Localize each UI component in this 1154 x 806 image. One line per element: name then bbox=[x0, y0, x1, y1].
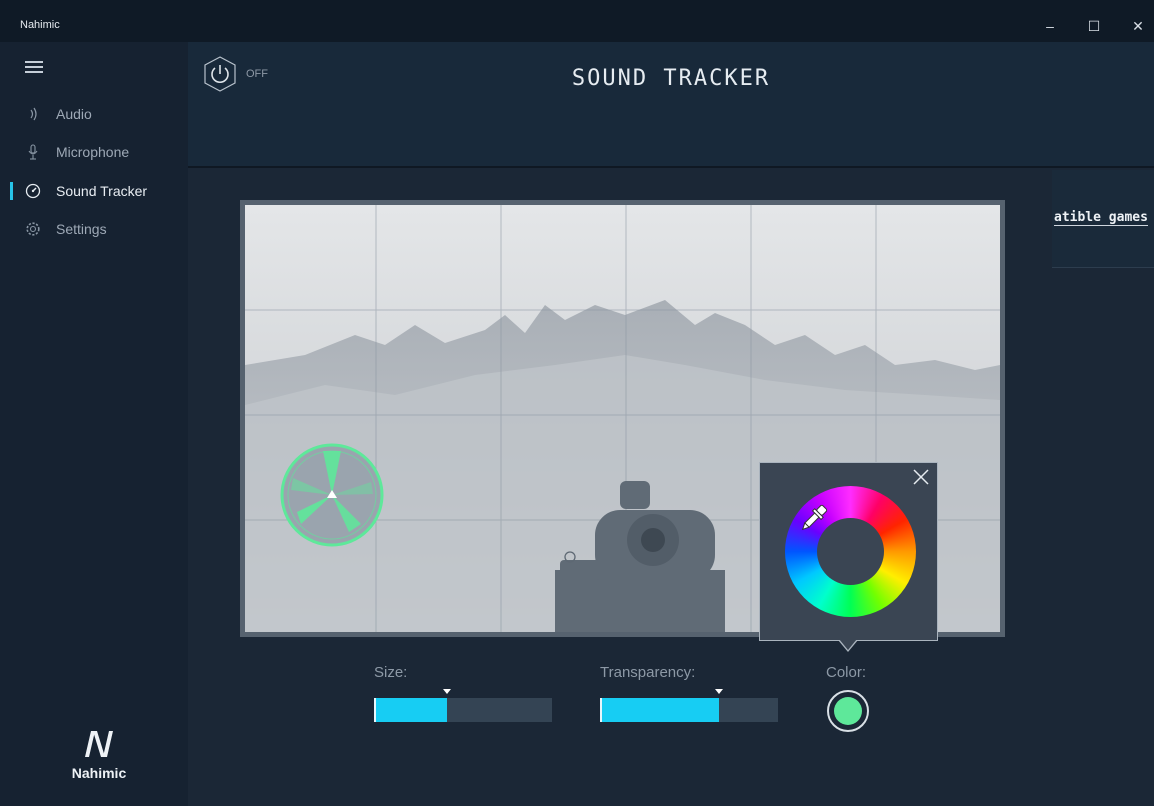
close-icon[interactable] bbox=[911, 467, 931, 487]
transparency-label: Transparency: bbox=[600, 664, 696, 681]
sidebar-item-label: Settings bbox=[56, 221, 107, 237]
size-slider[interactable] bbox=[374, 689, 552, 722]
transparency-slider-fill bbox=[600, 698, 719, 722]
gear-icon bbox=[25, 221, 41, 237]
minimize-button[interactable]: – bbox=[1036, 14, 1064, 38]
sidebar: Audio Microphone Sound Tracker Settings … bbox=[0, 42, 188, 806]
popup-pointer-fill bbox=[839, 639, 857, 650]
active-indicator bbox=[10, 182, 13, 200]
title-bar: Nahimic – ☐ ✕ bbox=[0, 0, 1154, 42]
sidebar-item-audio[interactable]: Audio bbox=[0, 97, 188, 131]
hamburger-menu-icon[interactable] bbox=[25, 61, 43, 73]
transparency-slider-thumb[interactable] bbox=[715, 689, 723, 694]
size-slider-fill bbox=[374, 698, 447, 722]
selected-color bbox=[834, 697, 862, 725]
sidebar-item-label: Sound Tracker bbox=[56, 183, 148, 199]
sound-tracker-radar bbox=[280, 443, 384, 547]
nahimic-logo: Nahimic bbox=[64, 730, 134, 781]
sidebar-item-label: Audio bbox=[56, 106, 92, 122]
close-button[interactable]: ✕ bbox=[1124, 14, 1152, 38]
logo-text: Nahimic bbox=[71, 765, 127, 781]
size-label: Size: bbox=[374, 664, 408, 681]
maximize-button[interactable]: ☐ bbox=[1080, 14, 1108, 38]
size-slider-thumb[interactable] bbox=[443, 689, 451, 694]
color-picker-popup bbox=[759, 462, 938, 641]
sidebar-item-label: Microphone bbox=[56, 144, 130, 160]
header-divider bbox=[188, 166, 1154, 168]
sound-tracker-icon bbox=[25, 183, 41, 199]
compatible-games-link[interactable]: atible games bbox=[1054, 210, 1148, 226]
microphone-icon bbox=[25, 144, 41, 160]
eyedropper-icon[interactable] bbox=[797, 501, 831, 535]
nahimic-logo-mark bbox=[85, 731, 113, 757]
app-title: Nahimic bbox=[20, 19, 60, 31]
color-label: Color: bbox=[826, 664, 867, 681]
page-title: SOUND TRACKER bbox=[571, 66, 771, 91]
sidebar-item-microphone[interactable]: Microphone bbox=[0, 135, 188, 169]
sidebar-item-settings[interactable]: Settings bbox=[0, 212, 188, 246]
color-swatch-button[interactable] bbox=[827, 690, 869, 732]
compatible-games-panel: atible games bbox=[1052, 170, 1154, 268]
header: OFF SOUND TRACKER bbox=[188, 42, 1154, 166]
audio-wave-icon bbox=[25, 106, 41, 122]
sidebar-item-sound-tracker[interactable]: Sound Tracker bbox=[0, 174, 188, 208]
transparency-slider[interactable] bbox=[600, 689, 778, 722]
